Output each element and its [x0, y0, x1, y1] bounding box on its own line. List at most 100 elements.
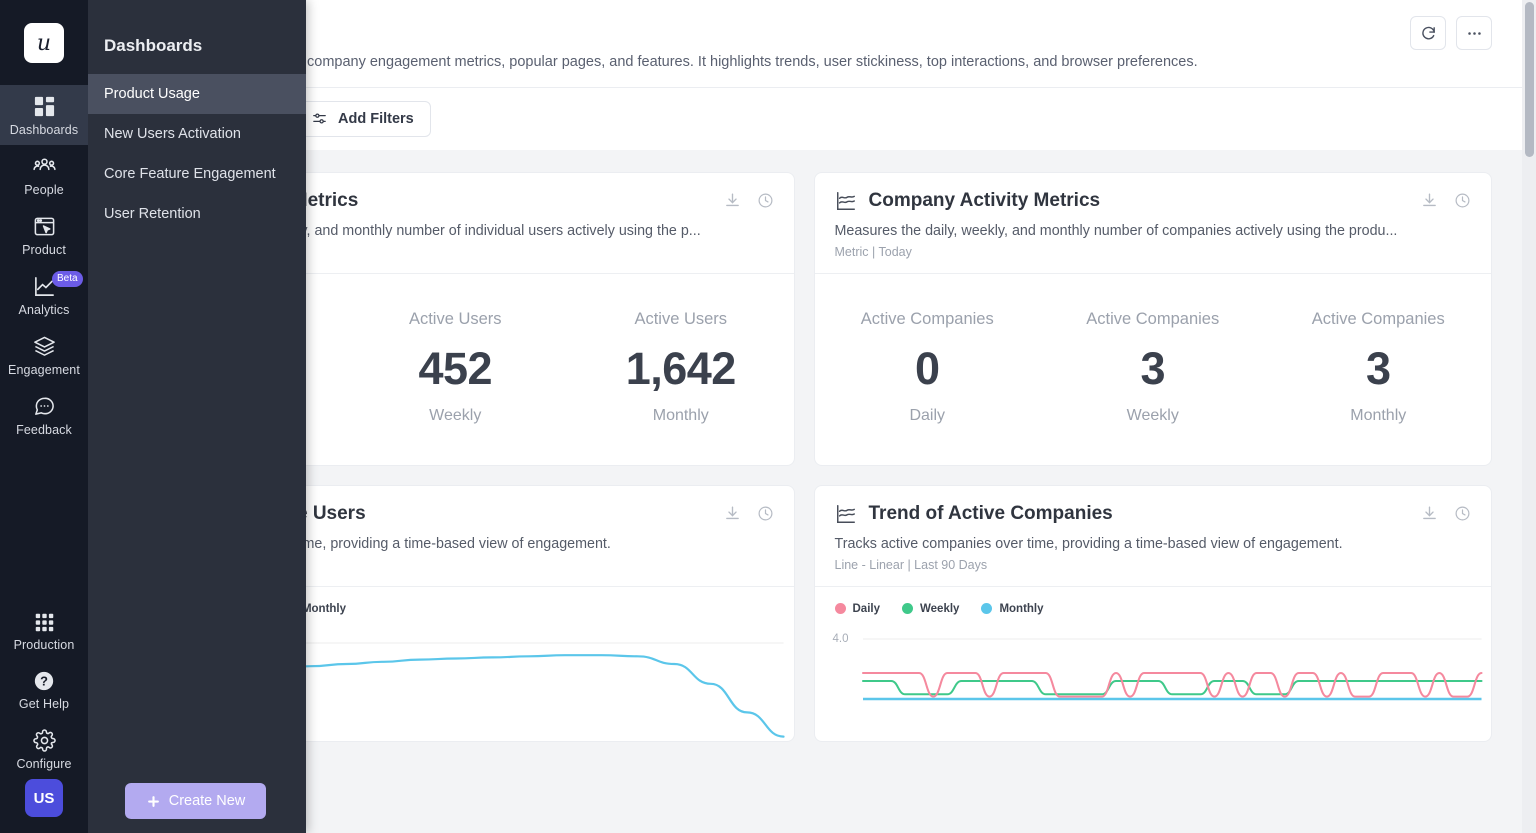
- metric-value: 3: [1040, 343, 1266, 395]
- page-title: Product Usage: [116, 14, 1492, 41]
- app-logo[interactable]: u: [24, 23, 64, 63]
- metric-name: Active Companies: [815, 310, 1041, 329]
- gear-icon: [33, 729, 56, 752]
- sidebar-item-engagement[interactable]: Engagement: [0, 325, 88, 385]
- create-new-button[interactable]: Create New: [125, 783, 266, 819]
- metric-period: Monthly: [568, 407, 794, 425]
- refresh-button[interactable]: [1410, 16, 1446, 50]
- chart-plot-active-companies[interactable]: 4.0: [815, 621, 1492, 741]
- question-circle-icon: ?: [33, 670, 55, 692]
- clock-icon[interactable]: [1454, 505, 1471, 522]
- sidebar-item-production[interactable]: Production: [0, 602, 88, 660]
- metric-value: 3: [1266, 343, 1492, 395]
- legend-item[interactable]: Weekly: [902, 603, 959, 615]
- line-chart-icon: [835, 503, 857, 525]
- sidebar-label: Engagement: [8, 363, 80, 377]
- legend-dot-weekly: [902, 603, 913, 614]
- card-header: Company Activity Metrics Measures the da…: [815, 173, 1492, 273]
- legend-label: Monthly: [999, 603, 1043, 615]
- download-icon[interactable]: [724, 505, 741, 522]
- card-meta: Line - Linear | Last 90 Days: [835, 558, 1472, 572]
- sidebar-item-get-help[interactable]: ? Get Help: [0, 660, 88, 719]
- sidebar-item-dashboards[interactable]: Dashboards: [0, 85, 88, 145]
- more-options-button[interactable]: [1456, 16, 1492, 50]
- legend-dot-daily: [835, 603, 846, 614]
- line-chart-icon: [835, 190, 857, 212]
- header-actions: [1410, 16, 1492, 50]
- card-body: Active Companies 0 Daily Active Companie…: [815, 273, 1492, 465]
- card-description: Measures the daily, weekly, and monthly …: [835, 223, 1472, 239]
- metric-tile: Active Companies 3 Monthly: [1266, 310, 1492, 425]
- sidebar-label: Configure: [16, 757, 71, 771]
- refresh-icon: [1420, 25, 1437, 42]
- download-icon[interactable]: [724, 192, 741, 209]
- metric-value: 1,642: [568, 343, 794, 395]
- metric-period: Daily: [815, 407, 1041, 425]
- beta-badge: Beta: [52, 271, 83, 287]
- avatar[interactable]: US: [25, 779, 63, 817]
- card-title: Trend of Active Companies: [869, 503, 1113, 525]
- people-icon: [33, 155, 56, 178]
- download-icon[interactable]: [1421, 192, 1438, 209]
- card-description: Tracks active companies over time, provi…: [835, 536, 1472, 552]
- card-title: Company Activity Metrics: [869, 190, 1101, 212]
- sidebar-label: Feedback: [16, 423, 72, 437]
- dashboards-flyout-menu: Dashboards Product Usage New Users Activ…: [88, 0, 306, 833]
- sidebar-item-configure[interactable]: Configure: [0, 719, 88, 779]
- sidebar-label: Get Help: [19, 697, 69, 711]
- metric-tile: Active Users 452 Weekly: [343, 310, 569, 425]
- metric-name: Active Users: [343, 310, 569, 329]
- layers-icon: [33, 335, 56, 358]
- create-new-label: Create New: [169, 793, 246, 809]
- flyout-item-new-users-activation[interactable]: New Users Activation: [88, 114, 306, 154]
- chart-svg: [863, 621, 1482, 741]
- page-description: Monitors and tracks user and company eng…: [116, 53, 1492, 73]
- more-horizontal-icon: [1466, 25, 1483, 42]
- svg-text:?: ?: [40, 674, 48, 689]
- sidebar-item-product[interactable]: Product: [0, 205, 88, 265]
- clock-icon[interactable]: [757, 505, 774, 522]
- metric-value: 0: [815, 343, 1041, 395]
- card-body: Daily Weekly Monthly 4.0: [815, 586, 1492, 741]
- sidebar-item-people[interactable]: People: [0, 145, 88, 205]
- legend-item[interactable]: Daily: [835, 603, 881, 615]
- sidebar-label: People: [24, 183, 64, 197]
- flyout-item-product-usage[interactable]: Product Usage: [88, 74, 306, 114]
- flyout-item-user-retention[interactable]: User Retention: [88, 194, 306, 234]
- chart-legend: Daily Weekly Monthly: [815, 587, 1492, 621]
- flyout-list: Product Usage New Users Activation Core …: [88, 74, 306, 234]
- card-company-activity-metrics: Company Activity Metrics Measures the da…: [814, 172, 1493, 466]
- download-icon[interactable]: [1421, 505, 1438, 522]
- scrollbar-thumb[interactable]: [1525, 2, 1534, 157]
- flyout-item-core-feature-engagement[interactable]: Core Feature Engagement: [88, 154, 306, 194]
- card-header: Trend of Active Companies Tracks active …: [815, 486, 1492, 586]
- sidebar-item-feedback[interactable]: Feedback: [0, 385, 88, 445]
- card-title-row: Company Activity Metrics: [835, 190, 1472, 212]
- metrics-row: Active Companies 0 Daily Active Companie…: [815, 274, 1492, 465]
- metric-period: Monthly: [1266, 407, 1492, 425]
- card-title-row: Trend of Active Companies: [835, 503, 1472, 525]
- metric-tile: Active Companies 3 Weekly: [1040, 310, 1266, 425]
- vertical-scrollbar[interactable]: [1522, 0, 1536, 833]
- flyout-item-label: New Users Activation: [104, 126, 241, 142]
- chat-icon: [33, 395, 56, 418]
- sidebar-item-analytics[interactable]: Beta Analytics: [0, 265, 88, 325]
- card-tools: [1421, 192, 1471, 209]
- add-filters-label: Add Filters: [338, 111, 414, 127]
- legend-item[interactable]: Monthly: [981, 603, 1043, 615]
- clock-icon[interactable]: [1454, 192, 1471, 209]
- card-meta: Metric | Today: [835, 245, 1472, 259]
- flyout-title: Dashboards: [88, 0, 306, 56]
- clock-icon[interactable]: [757, 192, 774, 209]
- card-tools: [1421, 505, 1471, 522]
- product-icon: [33, 215, 56, 238]
- legend-dot-monthly: [981, 603, 992, 614]
- legend-label: Monthly: [302, 603, 346, 615]
- metric-tile: Active Users 1,642 Monthly: [568, 310, 794, 425]
- left-nav-rail: u Dashboards People: [0, 0, 88, 833]
- grid-icon: [33, 95, 56, 118]
- metric-tile: Active Companies 0 Daily: [815, 310, 1041, 425]
- flyout-item-label: User Retention: [104, 206, 201, 222]
- metric-name: Active Users: [568, 310, 794, 329]
- add-filters-button[interactable]: Add Filters: [294, 101, 431, 137]
